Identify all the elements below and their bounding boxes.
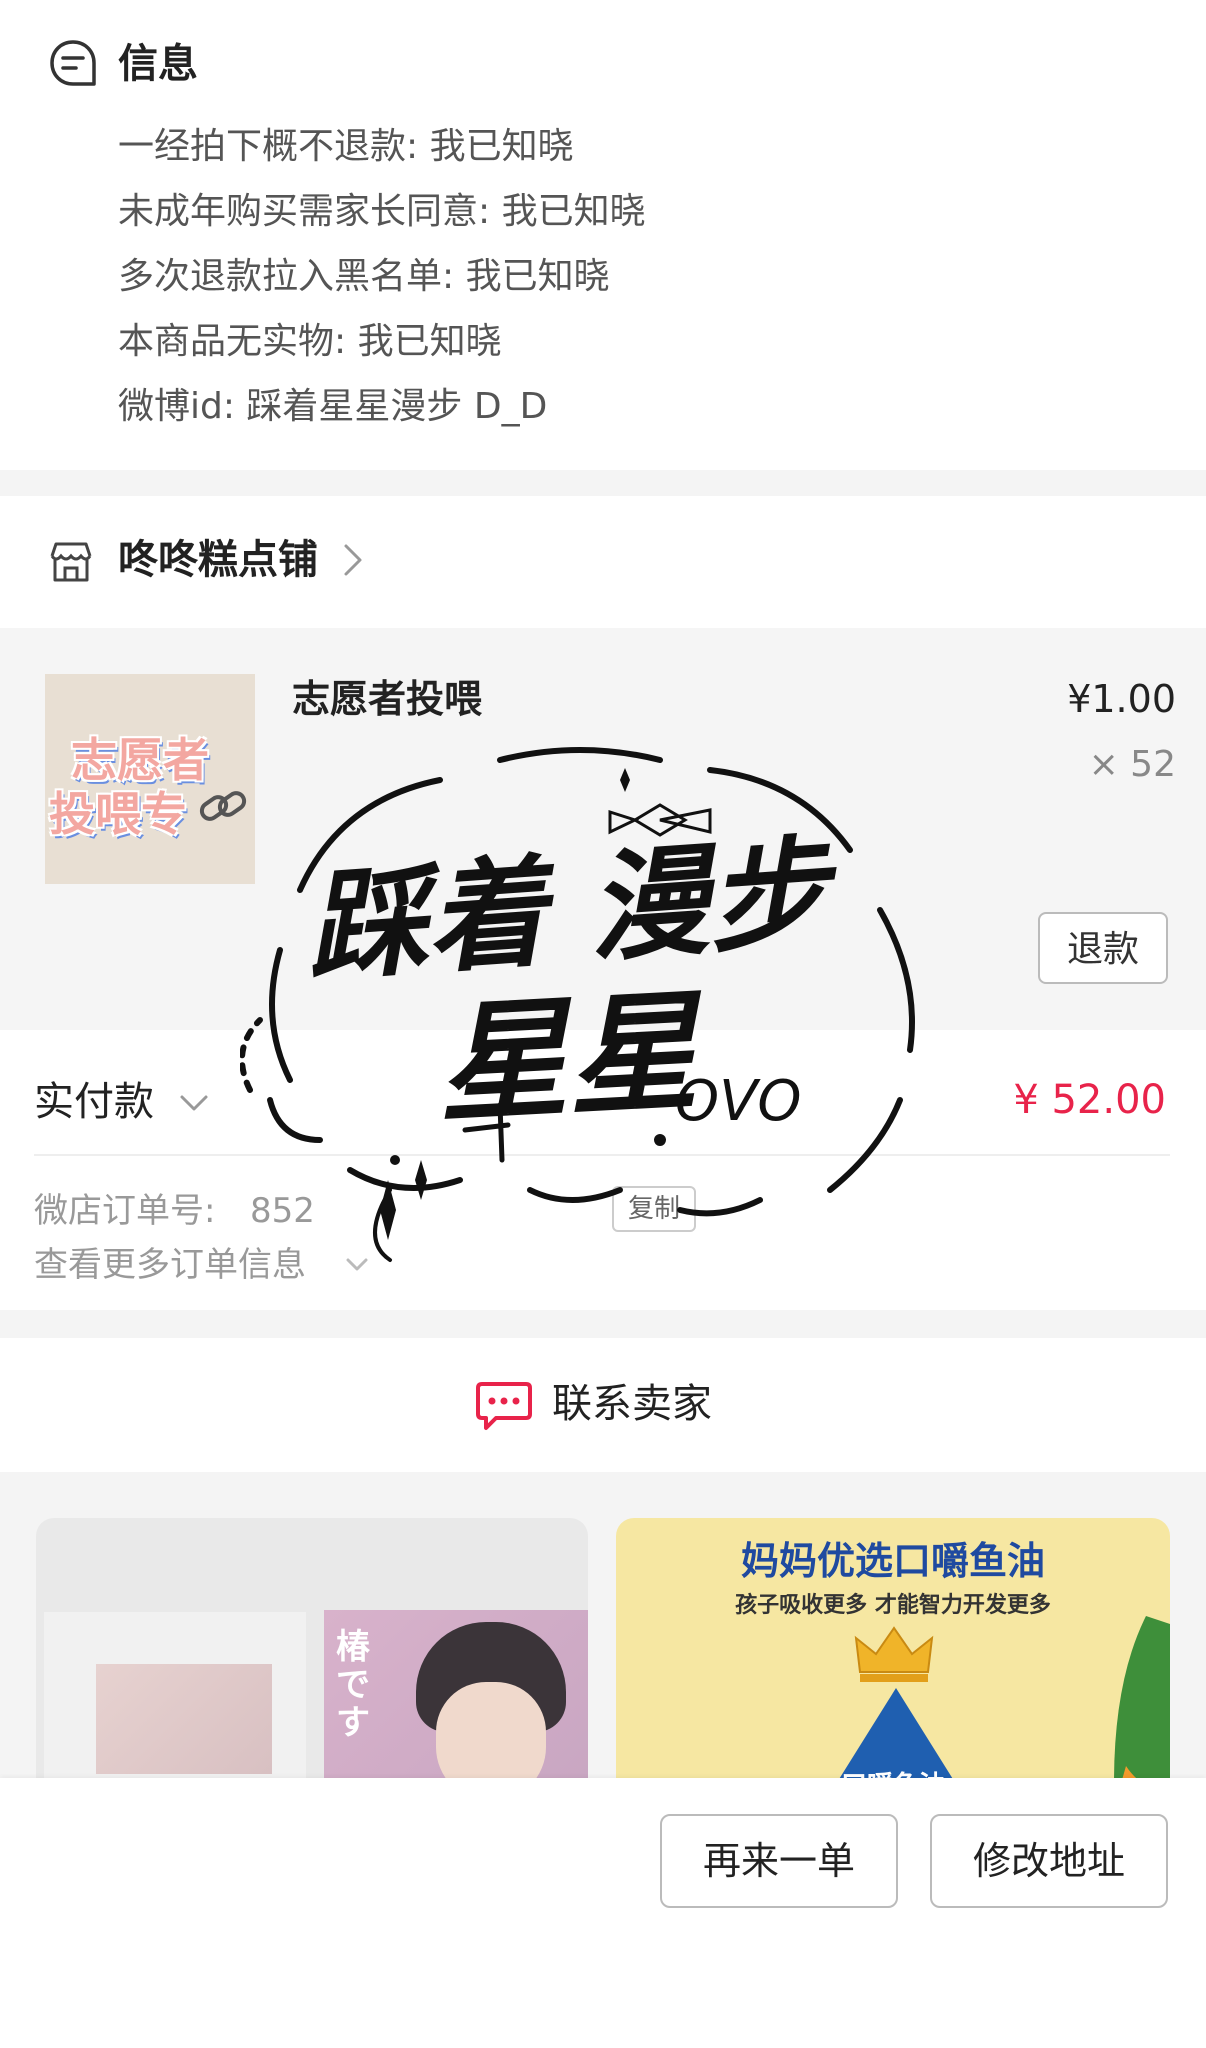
contact-seller-button[interactable]: 联系卖家: [0, 1338, 1206, 1472]
product-title[interactable]: 志愿者投喂: [292, 672, 482, 726]
reorder-button[interactable]: 再来一单: [660, 1814, 898, 1908]
product-price: ¥1.00: [1067, 677, 1176, 721]
thumbnail-text: 投喂专: [49, 787, 187, 841]
bottom-action-bar: 再来一单 修改地址: [0, 1778, 1206, 2048]
chevron-right-icon: [344, 544, 362, 576]
ad-card-right[interactable]: 妈妈优选口嚼鱼油 孩子吸收更多 才能智力开发更多 口嚼鱼油: [616, 1518, 1170, 1818]
edit-address-button[interactable]: 修改地址: [930, 1814, 1168, 1908]
ad-title: 妈妈优选口嚼鱼油: [740, 1539, 1045, 1583]
divider: [34, 1154, 1170, 1156]
message-icon: [50, 40, 96, 86]
info-line: 微博id: 踩着星星漫步 D_D: [118, 386, 548, 427]
payment-amount: ¥ 52.00: [1013, 1077, 1166, 1123]
info-lines: 一经拍下概不退款: 我已知晓 未成年购买需家长同意: 我已知晓 多次退款拉入黑名…: [118, 114, 646, 439]
payment-label[interactable]: 实付款: [34, 1074, 154, 1130]
contact-seller-label: 联系卖家: [552, 1381, 712, 1427]
info-section: 信息 一经拍下概不退款: 我已知晓 未成年购买需家长同意: 我已知晓 多次退款拉…: [0, 0, 1206, 470]
payment-section: 实付款 ¥ 52.00 微店订单号: 852 复制 查看更多订单信息: [0, 1030, 1206, 1310]
chevron-down-icon[interactable]: [344, 1256, 370, 1274]
copy-button[interactable]: 复制: [612, 1186, 696, 1232]
info-line: 本商品无实物: 我已知晓: [118, 321, 502, 362]
order-number: 852: [250, 1191, 315, 1231]
chevron-down-icon[interactable]: [178, 1092, 210, 1114]
shop-header[interactable]: 咚咚糕点铺: [0, 496, 1206, 628]
chat-bubble-icon: [476, 1382, 532, 1430]
more-order-info-link[interactable]: 查看更多订单信息: [34, 1240, 306, 1290]
store-icon: [50, 542, 92, 582]
order-number-label: 微店订单号:: [34, 1191, 216, 1231]
ad-photo: [96, 1664, 272, 1774]
product-card[interactable]: 志愿者 投喂专 志愿者投喂 ¥1.00 × 52 退款: [0, 628, 1206, 1030]
info-line: 多次退款拉入黑名单: 我已知晓: [118, 256, 610, 297]
shop-name[interactable]: 咚咚糕点铺: [118, 532, 318, 588]
info-title: 信息: [118, 41, 198, 87]
crown-icon: [854, 1626, 934, 1682]
product-quantity: × 52: [1088, 744, 1176, 785]
info-line: 未成年购买需家长同意: 我已知晓: [118, 191, 646, 232]
refund-button[interactable]: 退款: [1038, 912, 1168, 984]
link-icon: [199, 791, 247, 821]
info-line: 一经拍下概不退款: 我已知晓: [118, 126, 574, 167]
ad-vertical-text: 椿です: [336, 1627, 370, 1743]
ad-card-left[interactable]: 椿です: [36, 1518, 588, 1818]
product-thumbnail[interactable]: 志愿者 投喂专: [45, 674, 255, 884]
